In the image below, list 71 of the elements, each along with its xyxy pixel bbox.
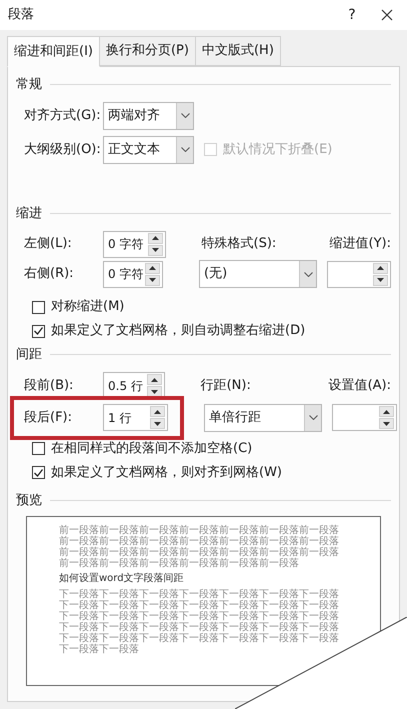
section-heading: 常规 [16,76,42,94]
section-heading: 缩进 [16,204,42,222]
spin-up-button[interactable] [150,406,165,417]
chevron-down-icon [180,113,190,118]
spin-down-button[interactable] [146,386,162,397]
up-triangle-icon [154,410,161,414]
checkbox-label: 在相同样式的段落间不添加空格(C) [51,440,252,458]
field-label: 左侧(L): [24,235,73,254]
spin-up-button[interactable] [379,406,394,417]
spin-down-button[interactable] [373,274,388,286]
up-triangle-icon [383,410,390,414]
dropdown[interactable]: (无) [199,260,317,288]
spin-down-button[interactable] [379,418,394,429]
chevron-down-icon [180,147,190,152]
field-label: 段前(B): [24,376,74,395]
preview-previous-text: 前一段落前一段落前一段落前一段落前一段落前一段落前一段落前一段落前一段落前一段落前一段落前一段落前一段落前一段落前一段落前一段落前一段落前一段落前一段落前一段落前一段落前一段落前一段落前一段落前一段落前一段落前一段落 [59,525,340,569]
preview-sample-text: 如何设置word文字段落间距 [58,573,185,585]
spin-field[interactable] [332,404,397,431]
checkbox-label: 如果定义了文档网格，则自动调整右缩进(D) [51,322,306,340]
field-label: 缩进值(Y): [330,235,391,254]
check-icon [34,327,43,335]
field-label: 对齐方式(G): [24,106,102,125]
down-triangle-icon [383,422,390,426]
tab[interactable]: 中文版式(H) [194,36,281,66]
spin-down-button[interactable] [148,244,163,256]
checkbox-label: 默认情况下折叠(E) [223,140,332,159]
spin-up-button[interactable] [146,374,162,385]
spin-down-button[interactable] [150,418,165,429]
down-triangle-icon [149,278,156,282]
close-icon [381,9,393,21]
chevron-down-icon [308,415,318,420]
spin-up-button[interactable] [373,262,388,274]
spin-field[interactable]: 0 字符 [103,260,163,288]
spin-down-button[interactable] [145,274,160,286]
down-triangle-icon [377,278,384,282]
up-triangle-icon [377,266,384,270]
dropdown[interactable]: 两端对齐 [103,102,194,130]
spin-up-button[interactable] [145,262,160,274]
dropdown[interactable]: 正文文本 [103,136,194,164]
up-triangle-icon [149,266,156,270]
field-label: 段后(F): [24,408,74,427]
tab[interactable]: 换行和分页(P) [98,36,196,66]
up-triangle-icon [152,236,159,240]
spin-up-button[interactable] [148,232,163,244]
checkbox[interactable] [32,442,45,455]
down-triangle-icon [150,390,158,394]
spin-field[interactable]: 0 字符 [103,230,166,258]
spin-field[interactable] [327,260,391,288]
dropdown[interactable]: 单倍行距 [204,404,322,432]
help-button[interactable]: ? [337,4,367,26]
window-title: 段落 [8,6,35,24]
field-label: 大纲级别(O): [24,140,102,159]
field-label: 特殊格式(S): [202,235,278,254]
checkbox[interactable] [32,466,45,479]
down-triangle-icon [154,422,161,426]
check-icon [34,468,43,476]
preview-next-text: 下一段落下一段落下一段落下一段落下一段落下一段落下一段落下一段落下一段落下一段落下一段落下一段落下一段落下一段落下一段落下一段落下一段落下一段落下一段落下一段落下一段落下一段落下一段落下一段落下一段落下一段落下一段落下一段落下一段落下一段落下一段落下一段落下一段落下一段落下一段落下一段落下一段落 [59,589,340,655]
spin-field[interactable]: 1 行 [103,404,168,431]
field-label: 行距(N): [200,376,252,395]
chevron-down-icon [304,272,312,276]
tab[interactable]: 缩进和间距(I) [7,36,100,67]
down-triangle-icon [152,248,159,252]
checkbox[interactable] [32,324,45,338]
checkbox[interactable] [32,300,45,314]
checkbox-label: 对称缩进(M) [51,298,124,316]
up-triangle-icon [150,378,158,382]
section-heading: 间距 [16,346,42,364]
section-heading: 预览 [16,492,42,510]
field-label: 设置值(A): [328,376,391,395]
field-label: 右侧(R): [24,265,75,284]
checkbox-label: 如果定义了文档网格，则对齐到网格(W) [51,464,282,482]
